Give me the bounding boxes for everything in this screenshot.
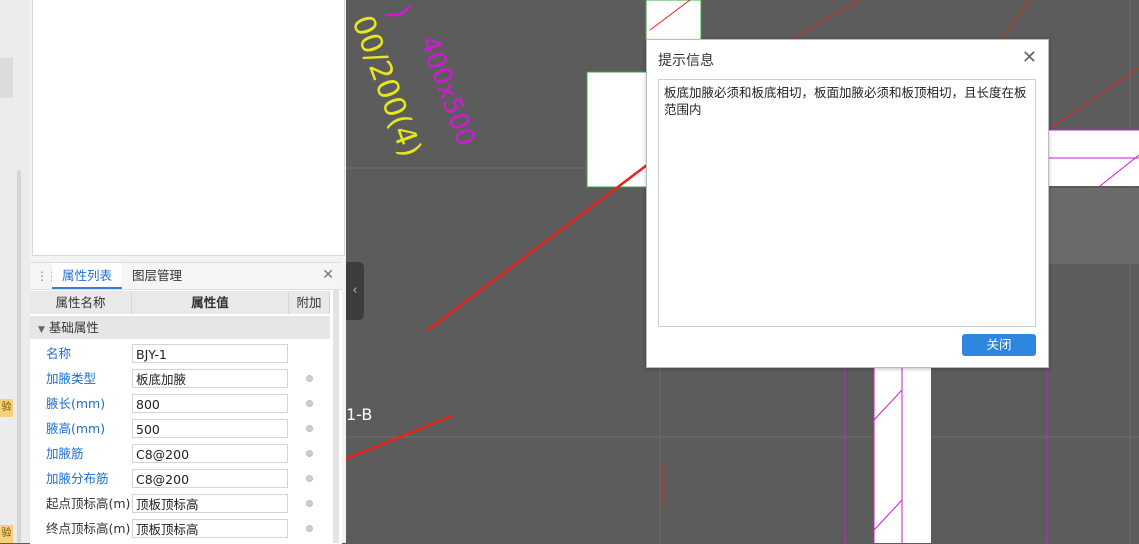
strip-scrollbar[interactable] xyxy=(17,170,21,543)
property-value-input[interactable]: 顶板顶标高 xyxy=(132,519,288,538)
canvas-text-yellow: 00/200(4) xyxy=(344,11,428,162)
property-name: 腋高(mm) xyxy=(46,421,106,436)
property-panel: ⋮⋮ 属性列表 图层管理 ✕ 属性名称 属性值 附加 ▼ 基础属性 名称 BJY… xyxy=(30,262,342,544)
tab-property-list[interactable]: 属性列表 xyxy=(52,263,123,289)
prompt-dialog: 提示信息 ✕ 板底加腋必须和板底相切，板面加腋必须和板顶相切，且长度在板范围内 … xyxy=(646,39,1049,368)
property-value-input[interactable]: C8@200 xyxy=(132,469,288,488)
table-row: 终点顶标高(m) 顶板顶标高 xyxy=(30,516,342,541)
property-value-input[interactable]: 500 xyxy=(132,419,288,438)
property-name: 起点顶标高(m) xyxy=(46,496,131,511)
dialog-message: 板底加腋必须和板底相切，板面加腋必须和板顶相切，且长度在板范围内 xyxy=(658,79,1036,327)
panel-scrollbar[interactable] xyxy=(333,290,339,543)
attach-checkbox[interactable] xyxy=(306,400,313,407)
table-row: 腋长(mm) 800 xyxy=(30,391,342,416)
property-value-input[interactable]: 顶板顶标高 xyxy=(132,494,288,513)
svg-text:): ) xyxy=(380,1,417,24)
table-row: 起点顶标高(m) 顶板顶标高 xyxy=(30,491,342,516)
property-value-input[interactable]: BJY-1 xyxy=(132,344,288,363)
dialog-close-button[interactable]: 关闭 xyxy=(962,334,1036,356)
dialog-title: 提示信息 xyxy=(658,53,714,69)
canvas-text-magenta: 400x500 xyxy=(413,32,480,150)
attach-checkbox[interactable] xyxy=(306,450,313,457)
canvas-axis-label: 1-B xyxy=(346,405,372,424)
column-header-name: 属性名称 xyxy=(30,291,132,314)
property-name: 腋长(mm) xyxy=(46,396,106,411)
attach-checkbox[interactable] xyxy=(306,375,313,382)
column-header-value: 属性值 xyxy=(132,291,289,314)
table-row: 加腋分布筋 C8@200 xyxy=(30,466,342,491)
collapse-panel-button[interactable]: ‹ xyxy=(346,262,364,320)
property-value-input[interactable]: 板底加腋 xyxy=(132,369,288,388)
column-header-extra: 附加 xyxy=(289,291,330,314)
table-row: 名称 BJY-1 xyxy=(30,341,342,366)
property-value-input[interactable]: 800 xyxy=(132,394,288,413)
preview-area xyxy=(32,0,345,256)
table-row: 加腋筋 C8@200 xyxy=(30,441,342,466)
panel-tabbar: ⋮⋮ 属性列表 图层管理 ✕ xyxy=(30,263,342,290)
attach-checkbox[interactable] xyxy=(306,425,313,432)
dialog-close-icon[interactable]: ✕ xyxy=(1022,47,1037,68)
close-icon[interactable]: ✕ xyxy=(322,267,334,283)
left-toolbar-strip: 验 验 xyxy=(0,0,30,543)
side-tag-2[interactable]: 验 xyxy=(0,525,13,543)
group-label: 基础属性 xyxy=(48,320,99,335)
property-value-input[interactable]: C8@200 xyxy=(132,444,288,463)
group-basic-properties[interactable]: ▼ 基础属性 xyxy=(30,316,330,339)
strip-marker xyxy=(0,58,13,98)
property-name: 加腋类型 xyxy=(46,371,97,386)
attach-checkbox[interactable] xyxy=(306,475,313,482)
property-name: 加腋分布筋 xyxy=(46,471,109,486)
table-row: 加腋类型 板底加腋 xyxy=(30,366,342,391)
property-name: 加腋筋 xyxy=(46,446,84,461)
attach-checkbox[interactable] xyxy=(306,500,313,507)
collapse-triangle-icon[interactable]: ▼ xyxy=(38,325,45,335)
side-tag-1[interactable]: 验 xyxy=(0,399,13,417)
attach-checkbox[interactable] xyxy=(306,525,313,532)
property-name: 名称 xyxy=(46,346,72,361)
tab-layer-management[interactable]: 图层管理 xyxy=(122,263,192,289)
table-row: 腋高(mm) 500 xyxy=(30,416,342,441)
property-name: 终点顶标高(m) xyxy=(46,521,131,536)
